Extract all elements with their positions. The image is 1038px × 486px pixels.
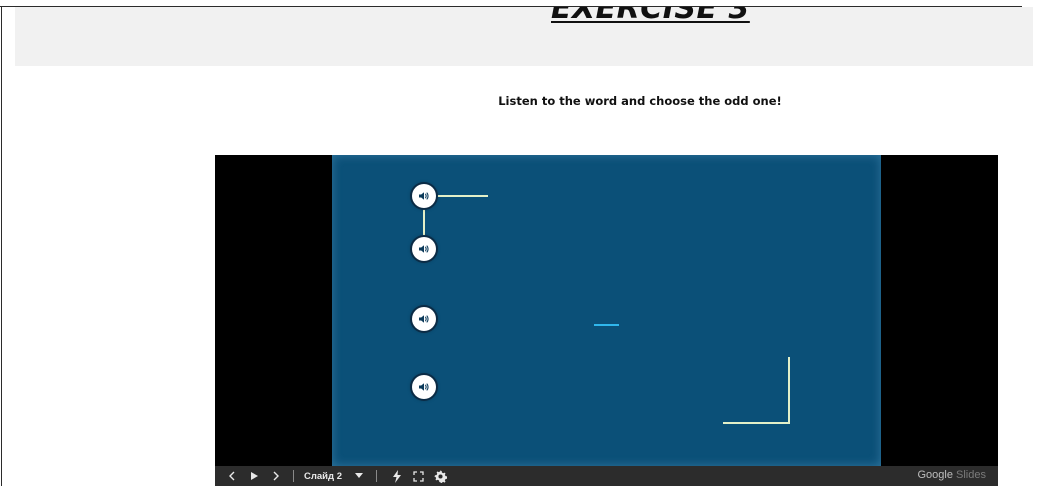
gear-icon bbox=[433, 469, 447, 483]
chevron-left-icon bbox=[229, 471, 235, 481]
brand-slides: Slides bbox=[956, 469, 986, 481]
divider bbox=[376, 470, 377, 482]
audio-button-2[interactable] bbox=[412, 237, 436, 261]
audio-button-3[interactable] bbox=[412, 307, 436, 331]
google-slides-logo[interactable]: Google Slides bbox=[917, 469, 986, 481]
previous-slide-button[interactable] bbox=[221, 466, 243, 486]
fullscreen-button[interactable] bbox=[407, 466, 429, 486]
play-button[interactable] bbox=[243, 466, 265, 486]
brand-google: Google bbox=[917, 469, 953, 481]
caret-down-icon bbox=[354, 473, 363, 478]
page-title-wrap: EXERCISE 3 bbox=[0, 7, 1038, 39]
laser-pointer-button[interactable] bbox=[387, 466, 407, 486]
next-slide-button[interactable] bbox=[265, 466, 287, 486]
slide-selector[interactable]: Слайд 2 bbox=[304, 466, 372, 486]
slides-controls-bar: Слайд 2 Google Slides bbox=[215, 466, 998, 486]
chevron-right-icon bbox=[273, 471, 279, 481]
line-segment bbox=[723, 422, 790, 424]
lightning-icon bbox=[393, 469, 401, 483]
settings-button[interactable] bbox=[429, 466, 451, 486]
page-title: EXERCISE 3 bbox=[551, 7, 750, 26]
line-segment bbox=[436, 195, 488, 197]
play-icon bbox=[250, 472, 258, 480]
slide-selector-label: Слайд 2 bbox=[304, 470, 342, 482]
speaker-icon bbox=[419, 315, 429, 323]
speaker-icon bbox=[419, 245, 429, 253]
slides-embed: Слайд 2 Google Slides bbox=[215, 155, 998, 486]
left-border bbox=[1, 6, 2, 486]
line-segment bbox=[788, 357, 790, 424]
instruction-text: Listen to the word and choose the odd on… bbox=[498, 94, 782, 108]
speaker-icon bbox=[419, 383, 429, 391]
speaker-icon bbox=[419, 192, 429, 200]
slide-canvas[interactable] bbox=[332, 155, 881, 466]
audio-button-1[interactable] bbox=[412, 184, 436, 208]
divider bbox=[293, 470, 294, 482]
line-segment bbox=[594, 324, 619, 326]
audio-button-4[interactable] bbox=[412, 375, 436, 399]
fullscreen-icon bbox=[412, 470, 424, 482]
